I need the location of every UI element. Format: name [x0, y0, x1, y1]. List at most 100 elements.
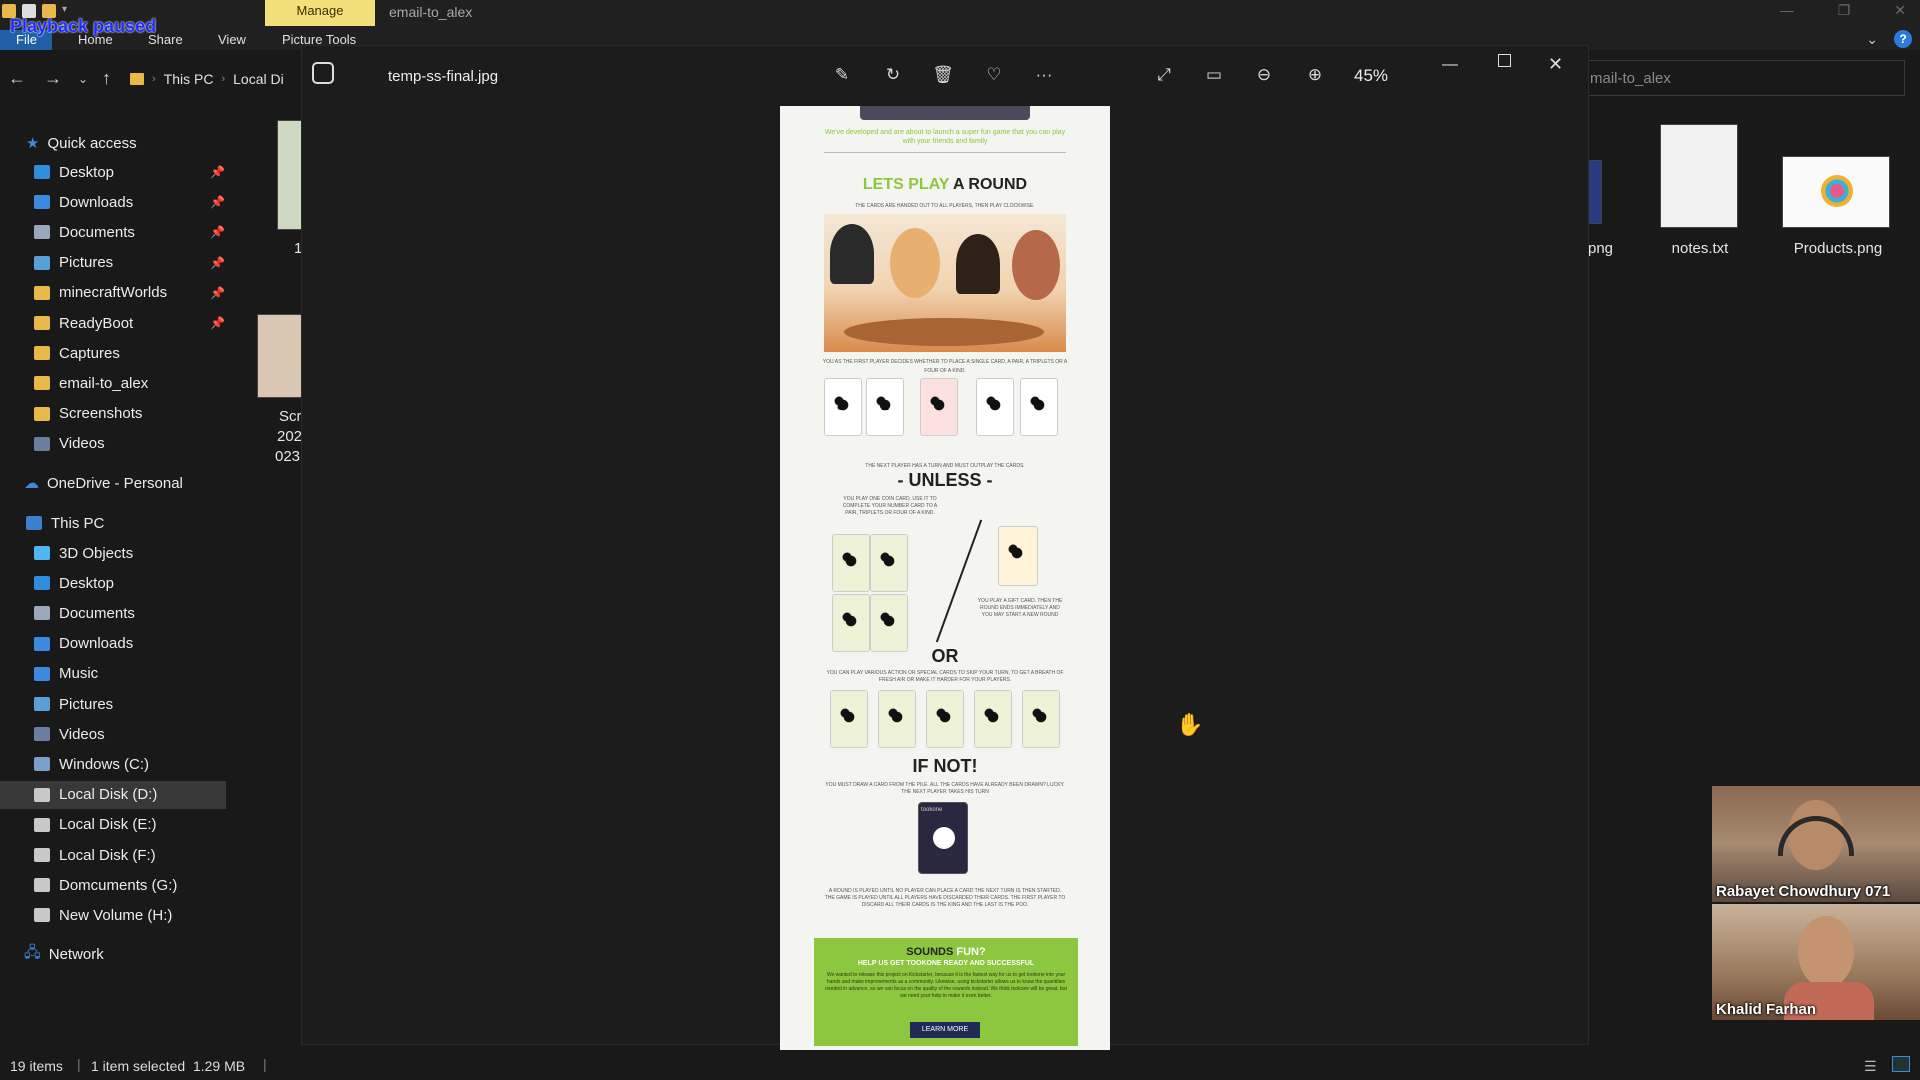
zoom-level[interactable]: 45%: [1354, 66, 1388, 86]
up-arrow-icon[interactable]: ↑: [102, 68, 111, 89]
sidebar-item[interactable]: 3D Objects: [0, 539, 226, 567]
sidebar-item[interactable]: Domcuments (G:): [0, 871, 226, 899]
desktop-icon: [34, 576, 50, 591]
file-thumbnail[interactable]: [257, 314, 303, 398]
file-label-notes[interactable]: notes.txt: [1660, 240, 1740, 257]
file-label: png: [1588, 240, 1614, 257]
viewer-toolbar: temp-ss-final.jpg ✎ ↻ 🗑 ♡ ··· ⤢ ▭ ⊖ ⊕ 45…: [302, 46, 1588, 106]
sidebar-item[interactable]: Downloads 📌: [0, 188, 226, 216]
top-cards-strip: [860, 106, 1030, 120]
fullscreen-icon[interactable]: ⤢: [1153, 64, 1175, 86]
file-thumbnail[interactable]: [1588, 160, 1602, 224]
help-icon[interactable]: ?: [1894, 30, 1912, 48]
lets-play-heading: LETS PLAY A ROUND: [780, 176, 1110, 194]
breadcrumb-this-pc[interactable]: This PC: [164, 71, 214, 87]
zoom-out-icon[interactable]: ⊖: [1253, 64, 1275, 86]
videos-icon: [34, 727, 50, 742]
delete-icon[interactable]: 🗑: [932, 64, 954, 86]
folder-icon: [34, 406, 50, 421]
image-file-thumbnail[interactable]: [1782, 156, 1890, 228]
sidebar-quick-access[interactable]: ★ Quick access: [0, 129, 226, 157]
sidebar-item[interactable]: Music: [0, 660, 226, 688]
breadcrumb-local-disk[interactable]: Local Di: [233, 71, 284, 87]
lets-play-green: LETS PLAY: [862, 176, 950, 193]
pin-icon[interactable]: 📌: [210, 195, 225, 209]
close-icon[interactable]: ✕: [1548, 54, 1563, 75]
participant-tile: Khalid Farhan: [1712, 904, 1920, 1020]
sidebar-onedrive[interactable]: ☁ OneDrive - Personal: [0, 469, 226, 497]
sidebar-item[interactable]: Local Disk (D:): [0, 780, 226, 809]
sidebar-item[interactable]: Documents 📌: [0, 218, 226, 246]
sidebar-item-label: minecraftWorlds: [59, 284, 168, 302]
rotate-icon[interactable]: ↻: [882, 64, 904, 86]
sidebar-item[interactable]: Documents: [0, 599, 226, 627]
sidebar-item[interactable]: New Volume (H:): [0, 901, 226, 929]
sidebar-item[interactable]: ReadyBoot 📌: [0, 309, 226, 337]
or-heading: OR: [931, 646, 959, 666]
forward-arrow-icon[interactable]: →: [44, 68, 62, 89]
text-file-icon[interactable]: [1660, 124, 1738, 228]
sidebar-item[interactable]: Downloads: [0, 630, 226, 658]
breadcrumb[interactable]: › This PC › Local Di: [130, 66, 284, 92]
documents-icon: [34, 225, 50, 240]
sidebar-item[interactable]: Pictures: [0, 690, 226, 718]
recent-locations-icon[interactable]: ⌄: [78, 72, 88, 86]
search-input[interactable]: mail-to_alex: [1585, 60, 1905, 96]
coin-text: YOU PLAY ONE COIN CARD. USE IT TO COMPLE…: [842, 496, 938, 516]
sidebar-item-label: Desktop: [59, 574, 115, 592]
sidebar-item[interactable]: Videos: [0, 430, 226, 458]
sidebar-item[interactable]: email-to_alex: [0, 369, 226, 397]
expand-ribbon-icon[interactable]: ⌄: [1866, 31, 1878, 48]
pin-icon[interactable]: 📌: [210, 165, 225, 179]
file-label-products[interactable]: Products.png: [1780, 240, 1896, 257]
sidebar-network[interactable]: 🖧 Network: [0, 940, 226, 968]
sidebar-item[interactable]: Captures: [0, 339, 226, 367]
minimize-icon[interactable]: —: [1780, 2, 1794, 19]
pictures-icon: [34, 697, 50, 711]
maximize-icon[interactable]: [1498, 54, 1511, 67]
pin-icon[interactable]: 📌: [210, 225, 225, 239]
fit-to-window-icon[interactable]: ▭: [1203, 64, 1225, 86]
sidebar-item[interactable]: Pictures 📌: [0, 249, 226, 277]
sidebar-item-label: New Volume (H:): [59, 906, 173, 924]
pin-icon[interactable]: 📌: [210, 286, 225, 300]
large-icons-view-icon[interactable]: [1892, 1056, 1910, 1072]
cloud-icon: ☁: [24, 475, 39, 492]
draw-text: YOU MUST DRAW A CARD FROM THE PILE. ALL …: [825, 782, 1065, 795]
game-card: 8: [824, 378, 862, 436]
manage-tab[interactable]: Manage: [265, 0, 375, 26]
back-arrow-icon[interactable]: ←: [8, 68, 26, 89]
sounds-fun-heading: SOUNDS FUN?: [814, 946, 1078, 958]
pin-icon[interactable]: 📌: [210, 256, 225, 270]
coin-card: [832, 594, 870, 652]
file-thumbnail[interactable]: [277, 120, 303, 230]
sidebar-item[interactable]: Screenshots: [0, 400, 226, 428]
sidebar-item[interactable]: Desktop 📌: [0, 158, 226, 186]
game-card: [920, 378, 958, 436]
sidebar-item[interactable]: Windows (C:): [0, 750, 226, 778]
participant-tile: Rabayet Chowdhury 071: [1712, 786, 1920, 902]
tab-picture-tools[interactable]: Picture Tools: [282, 32, 356, 47]
sidebar-this-pc[interactable]: This PC: [0, 509, 226, 537]
favorite-heart-icon[interactable]: ♡: [983, 64, 1005, 86]
details-view-icon[interactable]: ☰: [1864, 1058, 1877, 1075]
sidebar-item[interactable]: Local Disk (F:): [0, 841, 226, 869]
more-options-icon[interactable]: ···: [1033, 64, 1055, 86]
pin-icon[interactable]: 📌: [210, 316, 225, 330]
chevron-right-icon: ›: [152, 73, 156, 85]
sidebar-item[interactable]: Videos: [0, 720, 226, 748]
edit-image-icon[interactable]: ✎: [831, 64, 853, 86]
maximize-icon[interactable]: ❐: [1838, 2, 1851, 19]
viewer-filename: temp-ss-final.jpg: [388, 68, 499, 85]
explorer-title-bar: ▾ Manage email-to_alex — ❐ ✕: [0, 0, 1920, 26]
minimize-icon[interactable]: —: [1442, 56, 1458, 74]
zoom-in-icon[interactable]: ⊕: [1304, 64, 1326, 86]
poster-image[interactable]: We've developed and are about to launch …: [780, 106, 1110, 1050]
sidebar-item[interactable]: Desktop: [0, 569, 226, 597]
status-bar: 19 items | 1 item selected 1.29 MB | ☰: [0, 1050, 1920, 1080]
sidebar-item[interactable]: minecraftWorlds 📌: [0, 279, 226, 307]
close-icon[interactable]: ✕: [1894, 2, 1906, 19]
tab-view[interactable]: View: [218, 32, 246, 47]
sidebar-item[interactable]: Local Disk (E:): [0, 811, 226, 839]
learn-more-button[interactable]: LEARN MORE: [910, 1022, 980, 1038]
